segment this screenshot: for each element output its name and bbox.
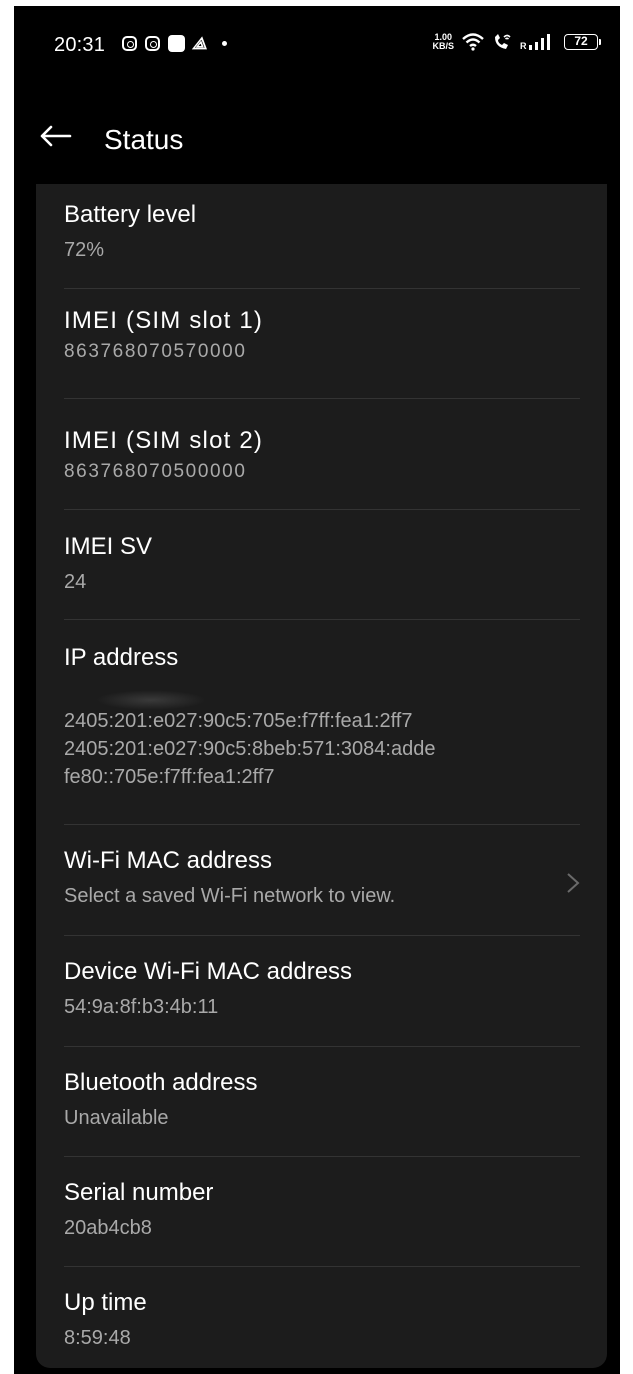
phone-screen: 20:31 ⟁ 1.00 KB/S R 72 Status Battery le… xyxy=(14,6,620,1374)
battery-icon: 72 xyxy=(564,34,601,50)
list-item-battery-level: Battery level 72% xyxy=(64,201,197,261)
page-title: Status xyxy=(104,124,184,155)
divider xyxy=(64,509,580,510)
status-bar: 20:31 ⟁ 1.00 KB/S R 72 xyxy=(14,6,620,86)
divider xyxy=(64,619,580,620)
wifi-icon xyxy=(462,33,484,51)
network-speed: 1.00 KB/S xyxy=(432,32,454,51)
blurred-smudge xyxy=(96,690,206,710)
back-arrow-icon[interactable] xyxy=(38,124,72,148)
list-item-imei-sim2: IMEI (SIM slot 2) 863768070500000 xyxy=(64,427,264,482)
status-right-icons: 1.00 KB/S R 72 xyxy=(432,32,601,51)
instagram-icon xyxy=(145,36,160,51)
status-time: 20:31 xyxy=(54,34,106,56)
divider xyxy=(64,288,580,289)
divider xyxy=(64,1156,580,1157)
wifi-calling-icon xyxy=(492,33,512,51)
app-swirl-icon: ⟁ xyxy=(190,34,211,53)
divider xyxy=(64,824,580,825)
list-item-device-wifi-mac: Device Wi-Fi MAC address 54:9a:8f:b3:4b:… xyxy=(64,958,353,1018)
divider xyxy=(64,935,580,936)
cellular-signal-icon: R xyxy=(520,33,556,51)
svg-text:R: R xyxy=(520,41,527,51)
app-notification-icon xyxy=(168,35,185,52)
list-item-wifi-mac-address[interactable]: Wi-Fi MAC address Select a saved Wi-Fi n… xyxy=(64,846,580,910)
more-notifications-dot-icon xyxy=(222,41,228,46)
divider xyxy=(64,1046,580,1047)
list-item-up-time: Up time 8:59:48 xyxy=(64,1289,147,1349)
status-list: Battery level 72% IMEI (SIM slot 1) 8637… xyxy=(36,184,607,1368)
divider xyxy=(64,398,580,399)
list-item-serial-number: Serial number 20ab4cb8 xyxy=(64,1179,214,1239)
list-item-imei-sv: IMEI SV 24 xyxy=(64,533,153,593)
chevron-right-icon xyxy=(566,872,580,894)
list-item-imei-sim1: IMEI (SIM slot 1) 863768070570000 xyxy=(64,307,264,362)
list-item-bluetooth-address: Bluetooth address Unavailable xyxy=(64,1069,258,1129)
list-item-ip-address: IP address 2405:201:e027:90c5:705e:f7ff:… xyxy=(64,644,436,788)
divider xyxy=(64,1266,580,1267)
notification-icons: ⟁ xyxy=(122,34,228,53)
instagram-icon xyxy=(122,36,137,51)
